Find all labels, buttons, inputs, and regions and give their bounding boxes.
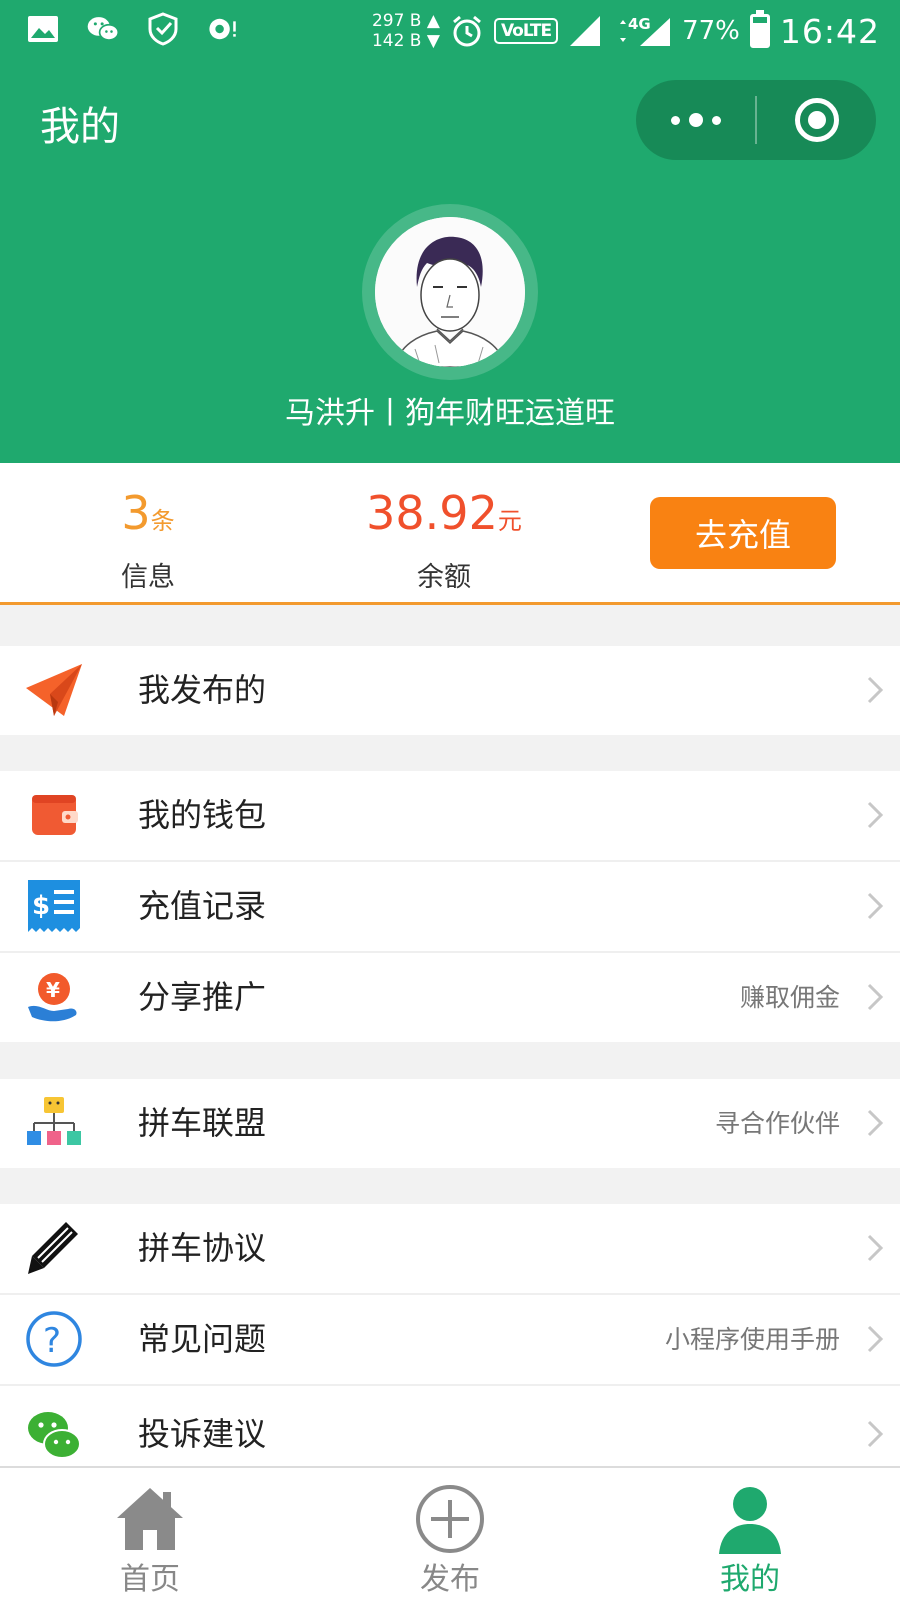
avatar-ring (362, 204, 538, 380)
avatar-sketch-image (375, 217, 525, 367)
wifi-shield-icon (148, 12, 178, 46)
more-menu-button[interactable] (636, 80, 755, 160)
network-speed: 297 B ▲ 142 B ▼ (371, 11, 440, 51)
chevron-right-icon (867, 676, 884, 704)
balance-label: 余额 (417, 562, 471, 593)
messages-label: 信息 (121, 562, 175, 593)
clock: 16:42 (779, 11, 880, 51)
svg-text:$: $ (32, 891, 50, 921)
messages-stat[interactable]: 3条 信息 (48, 483, 248, 594)
menu-label: 分享推广 (138, 978, 267, 1016)
messages-unit: 条 (150, 507, 175, 535)
svg-text:?: ? (43, 1321, 61, 1361)
more-dot-icon (688, 113, 703, 127)
target-icon (794, 98, 839, 142)
volte-badge: VoLTE (493, 18, 559, 44)
network-4g-icon: 4G (620, 15, 671, 46)
menu-item-agreement[interactable]: 拼车协议 (0, 1204, 900, 1293)
chevron-right-icon (867, 892, 884, 920)
menu-label: 我发布的 (138, 671, 267, 709)
chevron-right-icon (867, 983, 884, 1011)
user-icon (719, 1487, 781, 1554)
menu-label: 拼车协议 (138, 1229, 267, 1267)
menu-item-carpool-alliance[interactable]: 拼车联盟 寻合作伙伴 (0, 1079, 900, 1168)
tab-label: 发布 (420, 1562, 480, 1597)
add-circle-icon (416, 1485, 484, 1553)
menu-hint: 寻合作伙伴 (714, 1109, 840, 1138)
pencil-icon (28, 1222, 78, 1274)
home-icon (117, 1488, 183, 1550)
page-title: 我的 (40, 104, 120, 150)
battery-icon (749, 10, 770, 48)
svg-text:¥: ¥ (46, 978, 60, 1002)
chevron-right-icon (867, 1325, 884, 1353)
tab-mine[interactable]: 我的 (600, 1468, 900, 1600)
menu-label: 投诉建议 (138, 1415, 267, 1453)
messages-count: 3 (121, 486, 151, 540)
balance-unit: 元 (497, 507, 522, 535)
chevron-right-icon (867, 801, 884, 829)
menu-label: 常见问题 (138, 1320, 267, 1358)
miniprogram-capsule (636, 80, 876, 160)
org-chart-icon (27, 1097, 81, 1145)
menu-item-faq[interactable]: ? 常见问题 小程序使用手册 (0, 1295, 900, 1384)
username: 马洪升丨狗年财旺运道旺 (285, 396, 615, 431)
net-down-value: 142 B (371, 31, 422, 51)
balance-stat[interactable]: 38.92元 余额 (344, 483, 544, 594)
tab-publish[interactable]: 发布 (300, 1468, 600, 1600)
chevron-right-icon (867, 1234, 884, 1262)
menu-label: 充值记录 (138, 887, 267, 925)
alarm-icon (452, 15, 481, 47)
menu-item-published[interactable]: 我发布的 (0, 646, 900, 735)
signal-icon (570, 16, 601, 46)
tab-label: 我的 (720, 1562, 780, 1597)
menu-label: 拼车联盟 (138, 1104, 267, 1142)
account-stats: 3条 信息 38.92元 余额 去充值 (0, 463, 900, 605)
tab-label: 首页 (120, 1562, 180, 1597)
chevron-right-icon (867, 1420, 884, 1448)
network-label: 4G (628, 15, 651, 33)
menu-item-recharge-records[interactable]: $ 充值记录 (0, 862, 900, 951)
bottom-tab-bar: 首页 发布 我的 (0, 1466, 900, 1600)
status-bar: 297 B ▲ 142 B ▼ VoLTE 4G 77% 16:42 (0, 0, 900, 62)
wechat-notification-icon (87, 17, 120, 41)
gallery-icon (28, 16, 58, 42)
wallet-icon (32, 795, 78, 835)
more-dot-icon (670, 115, 680, 125)
chevron-right-icon (867, 1109, 884, 1137)
menu-hint: 小程序使用手册 (664, 1325, 840, 1354)
avatar[interactable] (375, 217, 525, 367)
menu-item-feedback[interactable]: 投诉建议 (0, 1386, 900, 1466)
recharge-button[interactable]: 去充值 (650, 497, 836, 569)
battery-percent: 77% (682, 16, 740, 46)
menu-item-share[interactable]: ¥ 分享推广 赚取佣金 (0, 953, 900, 1042)
menu-item-wallet[interactable]: 我的钱包 (0, 771, 900, 860)
balance-amount: 38.92 (366, 486, 498, 540)
menu-label: 我的钱包 (138, 796, 267, 834)
wechat-icon (28, 1412, 81, 1459)
menu-hint: 赚取佣金 (739, 983, 840, 1012)
question-icon: ? (26, 1311, 82, 1367)
tab-home[interactable]: 首页 (0, 1468, 300, 1600)
paper-plane-icon (26, 664, 82, 716)
net-up-value: 297 B (371, 11, 422, 31)
close-miniprogram-button[interactable] (757, 80, 876, 160)
profile-header: 297 B ▲ 142 B ▼ VoLTE 4G 77% 16:42 我的 马洪… (0, 0, 900, 463)
sync-alert-icon (209, 18, 236, 40)
yen-coin-hand-icon: ¥ (28, 973, 77, 1022)
receipt-icon: $ (28, 880, 80, 932)
more-dot-icon (711, 115, 721, 125)
